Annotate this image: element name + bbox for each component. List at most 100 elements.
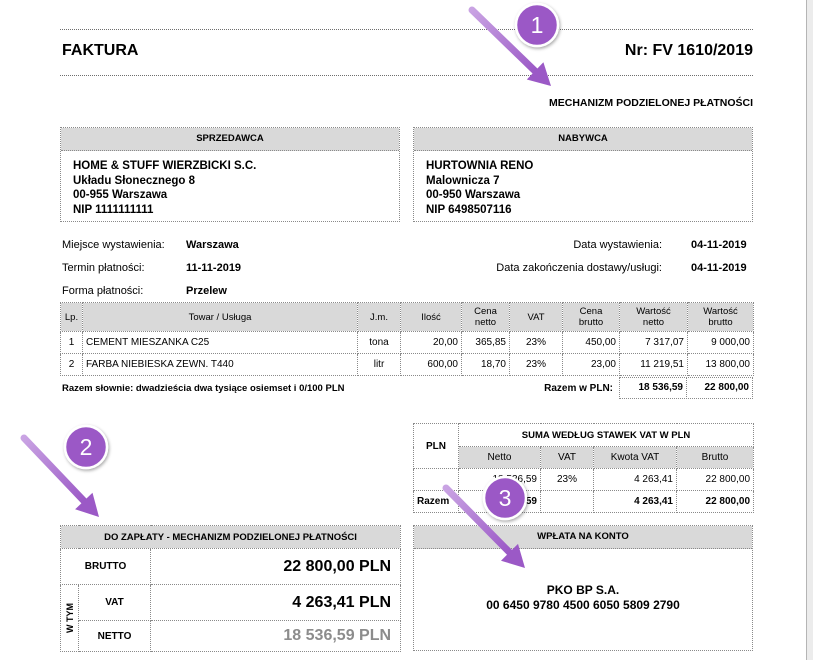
buyer-box: NABYWCA HURTOWNIA RENO Malownicza 7 00-9… <box>413 127 753 222</box>
col-gross-price: Cena brutto <box>562 302 620 332</box>
payment-method-value: Przelew <box>186 285 227 297</box>
invoice-page: FAKTURA Nr: FV 1610/2019 MECHANIZM PODZI… <box>0 0 813 660</box>
due-date-value: 11-11-2019 <box>186 262 242 274</box>
amount-in-words: Razem słownie: dwadzieścia dwa tysiące o… <box>62 383 345 394</box>
col-gross-value: Wartość brutto <box>687 302 754 332</box>
due-date-label: Termin płatności: <box>62 262 145 274</box>
col-lp: Lp. <box>60 302 83 332</box>
buyer-name: HURTOWNIA RENO <box>426 160 534 172</box>
vat-value: 4 263,41 PLN <box>149 584 402 621</box>
cell-quantity: 600,00 <box>400 353 462 376</box>
net-value: 18 536,59 PLN <box>149 620 402 652</box>
buyer-heading: NABYWCA <box>414 128 752 151</box>
invoice-title: FAKTURA <box>62 42 139 59</box>
gross-label: BRUTTO <box>60 548 151 585</box>
vat-label: VAT <box>78 584 151 621</box>
arrow-shaft <box>20 434 88 505</box>
cell-unit: litr <box>357 353 401 376</box>
vat-row-spacer <box>413 468 459 491</box>
vat-cell-rate: 23% <box>540 468 594 491</box>
place-value: Warszawa <box>186 239 239 251</box>
vat-cell-net: 18 536,59 <box>458 468 541 491</box>
cell-vat: 23% <box>509 331 563 354</box>
vat-cell-amount: 4 263,41 <box>593 468 677 491</box>
header-bottom-rule <box>60 75 753 76</box>
vat-summary-table: PLN SUMA WEDŁUG STAWEK VAT W PLN Netto V… <box>413 423 755 513</box>
invoice-number: Nr: FV 1610/2019 <box>624 42 753 59</box>
vat-summary-currency: PLN <box>413 423 459 469</box>
badge-circle <box>514 2 560 48</box>
amount-due-table: DO ZAPŁATY - MECHANIZM PODZIELONEJ PŁATN… <box>59 525 402 652</box>
seller-heading: SPRZEDAWCA <box>61 128 399 151</box>
including-label: W TYM <box>64 603 75 633</box>
seller-box: SPRZEDAWCA HOME & STUFF WIERZBICKI S.C. … <box>60 127 400 222</box>
delivery-date-label: Data zakończenia dostawy/usługi: <box>496 262 662 274</box>
vat-total-net: 18 536,59 <box>458 490 541 513</box>
payment-heading: WPŁATA NA KONTO <box>414 526 752 549</box>
vat-total-label: Razem <box>413 490 459 513</box>
cell-product: CEMENT MIESZANKA C25 <box>82 331 358 354</box>
items-total-gross: 22 800,00 <box>686 377 753 399</box>
col-net-value: Wartość netto <box>619 302 688 332</box>
items-total-net: 18 536,59 <box>619 377 687 399</box>
amount-due-title-row: DO ZAPŁATY - MECHANIZM PODZIELONEJ PŁATN… <box>59 525 402 549</box>
annotation-number-2: 2 <box>80 434 93 460</box>
cell-net-value: 7 317,07 <box>619 331 688 354</box>
buyer-details: HURTOWNIA RENO Malownicza 7 00-950 Warsz… <box>414 151 752 217</box>
amount-due-title: DO ZAPŁATY - MECHANIZM PODZIELONEJ PŁATN… <box>59 525 402 549</box>
cell-net-value: 11 219,51 <box>619 353 688 376</box>
amount-due-net-row: NETTO 18 536,59 PLN <box>61 620 402 652</box>
seller-city: 00-955 Warszawa <box>73 189 168 201</box>
buyer-city: 00-950 Warszawa <box>426 189 521 201</box>
col-vat: VAT <box>509 302 563 332</box>
seller-nip: NIP 1111111111 <box>73 203 154 216</box>
table-row: 18 536,59 23% 4 263,41 22 800,00 <box>413 468 755 491</box>
items-total-label: Razem w PLN: <box>544 383 613 394</box>
badge-circle <box>63 424 109 470</box>
items-table: Lp. Towar / Usługa J.m. Ilość Cena netto… <box>60 302 754 376</box>
cell-product: FARBA NIEBIESKA ZEWN. T440 <box>82 353 358 376</box>
annotation-arrow-2 <box>20 434 99 517</box>
seller-name: HOME & STUFF WIERZBICKI S.C. <box>73 160 257 172</box>
cell-gross-price: 450,00 <box>562 331 620 354</box>
vat-cell-gross: 22 800,00 <box>675 468 755 491</box>
table-row: 1 CEMENT MIESZANKA C25 tona 20,00 365,85… <box>60 331 754 354</box>
seller-street: Układu Słonecznego 8 <box>73 174 196 187</box>
vat-col-gross: Brutto <box>675 446 755 469</box>
cell-lp: 1 <box>60 331 83 354</box>
annotation-badge-1: 1 <box>514 2 560 48</box>
table-row: 2 FARBA NIEBIESKA ZEWN. T440 litr 600,00… <box>60 353 754 376</box>
amount-due-vat-row: W TYM VAT 4 263,41 PLN <box>60 584 402 652</box>
cell-unit: tona <box>357 331 401 354</box>
amount-due-gross-row: BRUTTO 22 800,00 PLN <box>60 548 402 585</box>
payment-method-label: Forma płatności: <box>62 285 144 297</box>
gross-value: 22 800,00 PLN <box>149 548 402 585</box>
split-payment-note: MECHANIZM PODZIELONEJ PŁATNOŚCI <box>549 97 753 109</box>
arrow-head <box>75 492 99 517</box>
net-label: NETTO <box>78 620 151 652</box>
delivery-date-value: 04-11-2019 <box>691 262 747 274</box>
annotation-number-1: 1 <box>531 12 544 38</box>
cell-vat: 23% <box>509 353 563 376</box>
vat-summary-title-row: PLN SUMA WEDŁUG STAWEK VAT W PLN <box>413 423 755 469</box>
account-number: 00 6450 9780 4500 6050 5809 2790 <box>486 598 680 612</box>
place-label: Miejsce wystawienia: <box>62 239 165 251</box>
bank-name: PKO BP S.A. <box>546 583 620 597</box>
items-header-row: Lp. Towar / Usługa J.m. Ilość Cena netto… <box>60 302 754 332</box>
vat-total-amount: 4 263,41 <box>593 490 677 513</box>
vat-summary-title: SUMA WEDŁUG STAWEK VAT W PLN <box>457 423 755 447</box>
cell-lp: 2 <box>60 353 83 376</box>
cell-net-price: 365,85 <box>461 331 510 354</box>
cell-quantity: 20,00 <box>400 331 462 354</box>
vat-total-gross: 22 800,00 <box>675 490 755 513</box>
col-quantity: Ilość <box>400 302 462 332</box>
vat-summary-total-row: Razem 18 536,59 4 263,41 22 800,00 <box>413 490 755 513</box>
col-product: Towar / Usługa <box>82 302 358 332</box>
cell-net-price: 18,70 <box>461 353 510 376</box>
seller-details: HOME & STUFF WIERZBICKI S.C. Układu Słon… <box>61 151 399 217</box>
vat-total-rate <box>540 490 594 513</box>
cell-gross-value: 9 000,00 <box>687 331 754 354</box>
vat-col-net: Netto <box>458 446 541 469</box>
including-cell: W TYM <box>60 584 79 652</box>
buyer-street: Malownicza 7 <box>426 174 500 187</box>
